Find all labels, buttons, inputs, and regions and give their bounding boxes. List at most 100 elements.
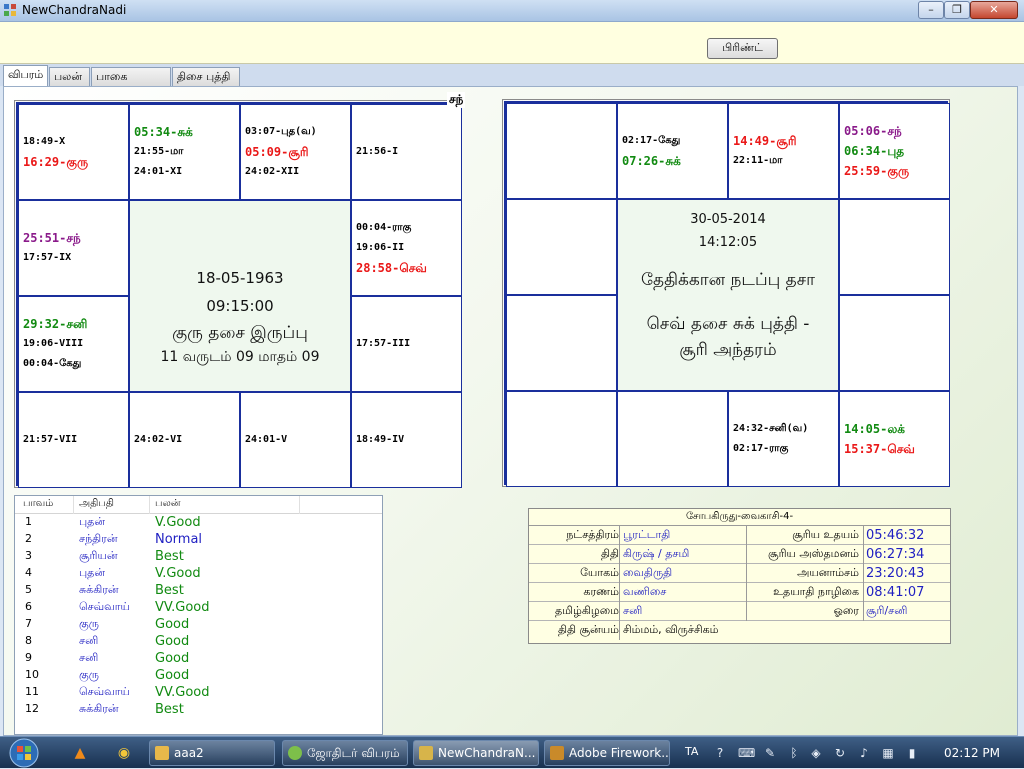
header-result[interactable]: பலன் — [155, 498, 180, 510]
settings-icon[interactable]: ✎ — [762, 746, 778, 760]
header-bhava[interactable]: பாவம் — [23, 498, 53, 510]
chart-house-cell[interactable]: 18:49-X 16:29-குரு — [18, 104, 129, 200]
language-indicator[interactable]: TA — [685, 745, 698, 758]
chart-house-cell[interactable]: 21:56-I — [351, 104, 462, 200]
taskbar-item-astrologer[interactable]: ஜோதிடர் விபரம் — [282, 740, 408, 766]
chart-house-cell[interactable]: 14:05-லக் 15:37-செவ் — [839, 391, 950, 487]
chart-house-cell[interactable] — [506, 295, 617, 391]
list-item[interactable]: 7 குரு Good — [15, 616, 382, 633]
chart-house-cell[interactable]: 17:57-III — [351, 296, 462, 392]
planet-position: 21:56-I — [356, 146, 399, 157]
bhava-number: 4 — [25, 566, 32, 579]
chart-house-cell[interactable]: 24:01-V — [240, 392, 351, 488]
list-item[interactable]: 6 செவ்வாய் VV.Good — [15, 599, 382, 616]
minimize-button[interactable]: – — [918, 1, 944, 19]
chart-house-cell[interactable] — [506, 391, 617, 487]
clock[interactable]: 02:12 PM — [944, 746, 1000, 760]
birth-date: 18-05-1963 — [196, 269, 284, 287]
bhava-list[interactable]: பாவம் அதிபதி பலன் 1 புதன் V.Good 2 சந்திரன் N… — [14, 495, 383, 735]
list-item[interactable]: 1 புதன் V.Good — [15, 514, 382, 531]
list-item[interactable]: 12 சுக்கிரன் Best — [15, 701, 382, 718]
bhava-number: 1 — [25, 515, 32, 528]
chart-house-cell[interactable]: 05:06-சந் 06:34-புத 25:59-குரு — [839, 103, 950, 199]
print-button[interactable]: பிரிண்ட் — [707, 38, 778, 59]
window-titlebar[interactable]: NewChandraNadi – ❐ ✕ — [0, 0, 1024, 22]
list-item[interactable]: 9 சனி Good — [15, 650, 382, 667]
planet-position: 21:57-VII — [23, 434, 78, 445]
bhava-list-header: பாவம் அதிபதி பலன் — [15, 496, 382, 514]
security-icon[interactable]: ◈ — [808, 746, 824, 760]
bhava-result: Good — [155, 668, 190, 683]
bhava-number: 7 — [25, 617, 32, 630]
bhava-result: VV.Good — [155, 600, 210, 615]
chart-house-cell[interactable] — [617, 391, 728, 487]
bhava-lord: சனி — [79, 651, 99, 664]
header-lord[interactable]: அதிபதி — [79, 498, 114, 510]
chart-house-cell[interactable]: 03:07-புத(வ) 05:09-சூரி 24:02-XII — [240, 104, 351, 200]
chart-house-cell[interactable]: 21:57-VII — [18, 392, 129, 488]
keyboard-icon[interactable]: ⌨ — [738, 746, 755, 760]
chart-house-cell[interactable]: 00:04-ராகு 19:06-II 28:58-செவ் — [351, 200, 462, 296]
bhava-lord: செவ்வாய் — [79, 600, 130, 613]
chart-house-cell[interactable]: 25:51-சந் 17:57-IX — [18, 200, 129, 296]
bhava-result: Good — [155, 617, 190, 632]
planet-position: 07:26-சுக் — [622, 154, 681, 168]
bhava-number: 3 — [25, 549, 32, 562]
tab-degree-details[interactable]: பாகை விபரம் — [91, 67, 171, 100]
taskbar-item-fireworks[interactable]: Adobe Firework... — [544, 740, 670, 766]
network-icon[interactable]: ▦ — [880, 746, 896, 760]
vlc-icon[interactable]: ▲ — [70, 744, 90, 762]
taskbar-item-folder[interactable]: aaa2 — [149, 740, 275, 766]
planet-position: 19:06-VIII — [23, 338, 84, 349]
chart-house-cell[interactable] — [506, 199, 617, 295]
planet-position: 29:32-சனி — [23, 317, 88, 331]
bhava-result: V.Good — [155, 515, 201, 530]
taskbar: ▲ ◉ aaa2 ஜோதிடர் விபரம் NewChandraN... A… — [0, 736, 1024, 768]
chart-house-cell[interactable]: 18:49-IV — [351, 392, 462, 488]
panchangam-value: 23:20:43 — [866, 566, 925, 581]
list-item[interactable]: 10 குரு Good — [15, 667, 382, 684]
volume-icon[interactable]: ♪ — [856, 746, 872, 760]
panchangam-row: திதி கிருஷ் / தசமி சூரிய அஸ்தமனம் 06:27:34 — [529, 545, 950, 564]
list-item[interactable]: 2 சந்திரன் Normal — [15, 531, 382, 548]
chart-house-cell[interactable]: 29:32-சனி 19:06-VIII 00:04-கேது — [18, 296, 129, 392]
panchangam-table: சோபகிருது-வைகாசி-4- நட்சத்திரம் பூரட்டாதி… — [528, 508, 951, 644]
taskbar-item-newchandranadi[interactable]: NewChandraN... — [413, 740, 539, 766]
bhava-lord: செவ்வாய் — [79, 685, 130, 698]
maximize-button[interactable]: ❐ — [944, 1, 970, 19]
chart-house-cell[interactable] — [506, 103, 617, 199]
chart-house-cell[interactable] — [839, 295, 950, 391]
list-item[interactable]: 3 சூரியன் Best — [15, 548, 382, 565]
bluetooth-icon[interactable]: ᛒ — [786, 746, 802, 760]
chart-house-cell[interactable]: 24:32-சனி(வ) 02:17-ராகு — [728, 391, 839, 487]
list-item[interactable]: 11 செவ்வாய் VV.Good — [15, 684, 382, 701]
chart-house-cell[interactable]: 02:17-கேது 07:26-சுக் — [617, 103, 728, 199]
panchangam-value: 06:27:34 — [866, 547, 925, 562]
planet-position: 02:17-கேது — [622, 135, 681, 146]
bhava-result: Good — [155, 651, 190, 666]
help-icon[interactable]: ? — [712, 746, 728, 760]
chart-house-cell[interactable]: 24:02-VI — [129, 392, 240, 488]
power-icon[interactable]: ▮ — [904, 746, 920, 760]
update-icon[interactable]: ↻ — [832, 746, 848, 760]
panchangam-label: அயனாம்சம் — [797, 566, 859, 579]
chrome-icon[interactable]: ◉ — [114, 744, 134, 762]
start-button[interactable] — [2, 737, 46, 769]
current-dasa-line1: செவ் தசை சுக் புத்தி - — [646, 314, 810, 334]
panchangam-label: ஓரை — [833, 604, 859, 617]
chart-house-cell[interactable]: 05:34-சுக் 21:55-மா 24:01-XI — [129, 104, 240, 200]
main-content: 18:49-X 16:29-குரு 05:34-சுக் 21:55-மா 24:01… — [3, 86, 1018, 736]
rasi-chart: 18:49-X 16:29-குரு 05:34-சுக் 21:55-மா 24:01… — [14, 100, 462, 488]
tab-results[interactable]: பலன் — [49, 67, 90, 86]
chart-house-cell[interactable] — [839, 199, 950, 295]
list-item[interactable]: 5 சுக்கிரன் Best — [15, 582, 382, 599]
bhava-number: 2 — [25, 532, 32, 545]
tab-details[interactable]: விபரம் — [3, 65, 48, 87]
list-item[interactable]: 8 சனி Good — [15, 633, 382, 650]
close-button[interactable]: ✕ — [970, 1, 1018, 19]
panchangam-label: திதி — [600, 547, 619, 560]
list-item[interactable]: 4 புதன் V.Good — [15, 565, 382, 582]
tab-dasa-bhukti[interactable]: திசை புத்தி — [172, 67, 240, 86]
panchangam-value: 05:46:32 — [866, 528, 925, 543]
chart-house-cell[interactable]: 14:49-சூரி 22:11-மா — [728, 103, 839, 199]
